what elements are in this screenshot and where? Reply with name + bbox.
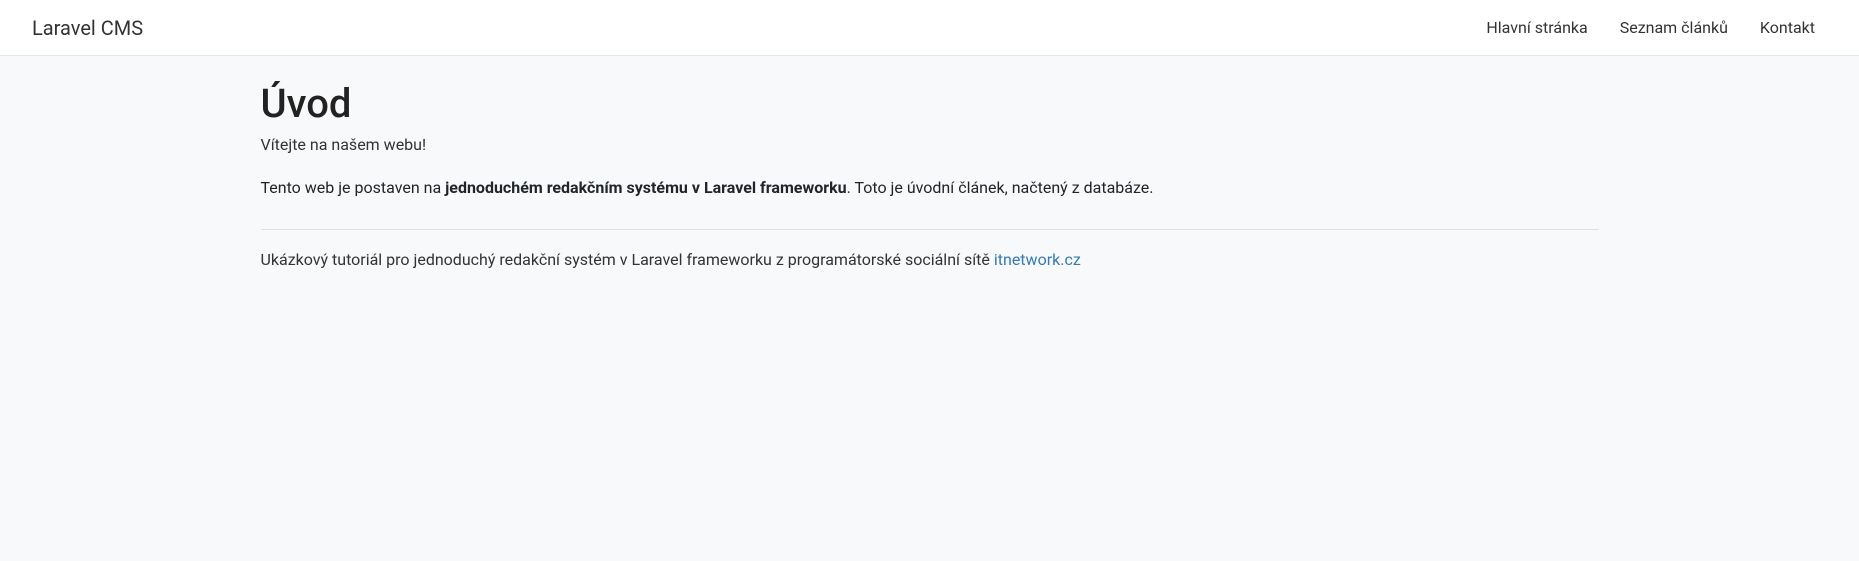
content-strong: jednoduchém redakčním systému v Laravel … <box>445 178 846 197</box>
footer-text: Ukázkový tutoriál pro jednoduchý redakčn… <box>261 250 1599 269</box>
navbar-brand[interactable]: Laravel CMS <box>32 11 143 45</box>
content-prefix: Tento web je postaven na <box>261 178 446 197</box>
article-description: Vítejte na našem webu! <box>261 135 1599 154</box>
nav-link-home[interactable]: Hlavní stránka <box>1474 10 1599 45</box>
page-title: Úvod <box>261 80 1599 127</box>
content-suffix: . Toto je úvodní článek, načtený z datab… <box>847 178 1154 197</box>
navbar: Laravel CMS Hlavní stránka Seznam článků… <box>0 0 1859 56</box>
footer-prefix: Ukázkový tutoriál pro jednoduchý redakčn… <box>261 250 994 269</box>
nav-link-articles[interactable]: Seznam článků <box>1608 10 1740 45</box>
article-content: Tento web je postaven na jednoduchém red… <box>261 178 1599 197</box>
nav-item-home: Hlavní stránka <box>1474 10 1599 45</box>
divider <box>261 229 1599 230</box>
main-container: Úvod Vítejte na našem webu! Tento web je… <box>245 56 1615 293</box>
nav-link-contact[interactable]: Kontakt <box>1748 10 1827 45</box>
nav-item-articles: Seznam článků <box>1608 10 1740 45</box>
footer-link[interactable]: itnetwork.cz <box>994 250 1081 269</box>
nav-item-contact: Kontakt <box>1748 10 1827 45</box>
navbar-nav: Hlavní stránka Seznam článků Kontakt <box>1466 10 1827 45</box>
